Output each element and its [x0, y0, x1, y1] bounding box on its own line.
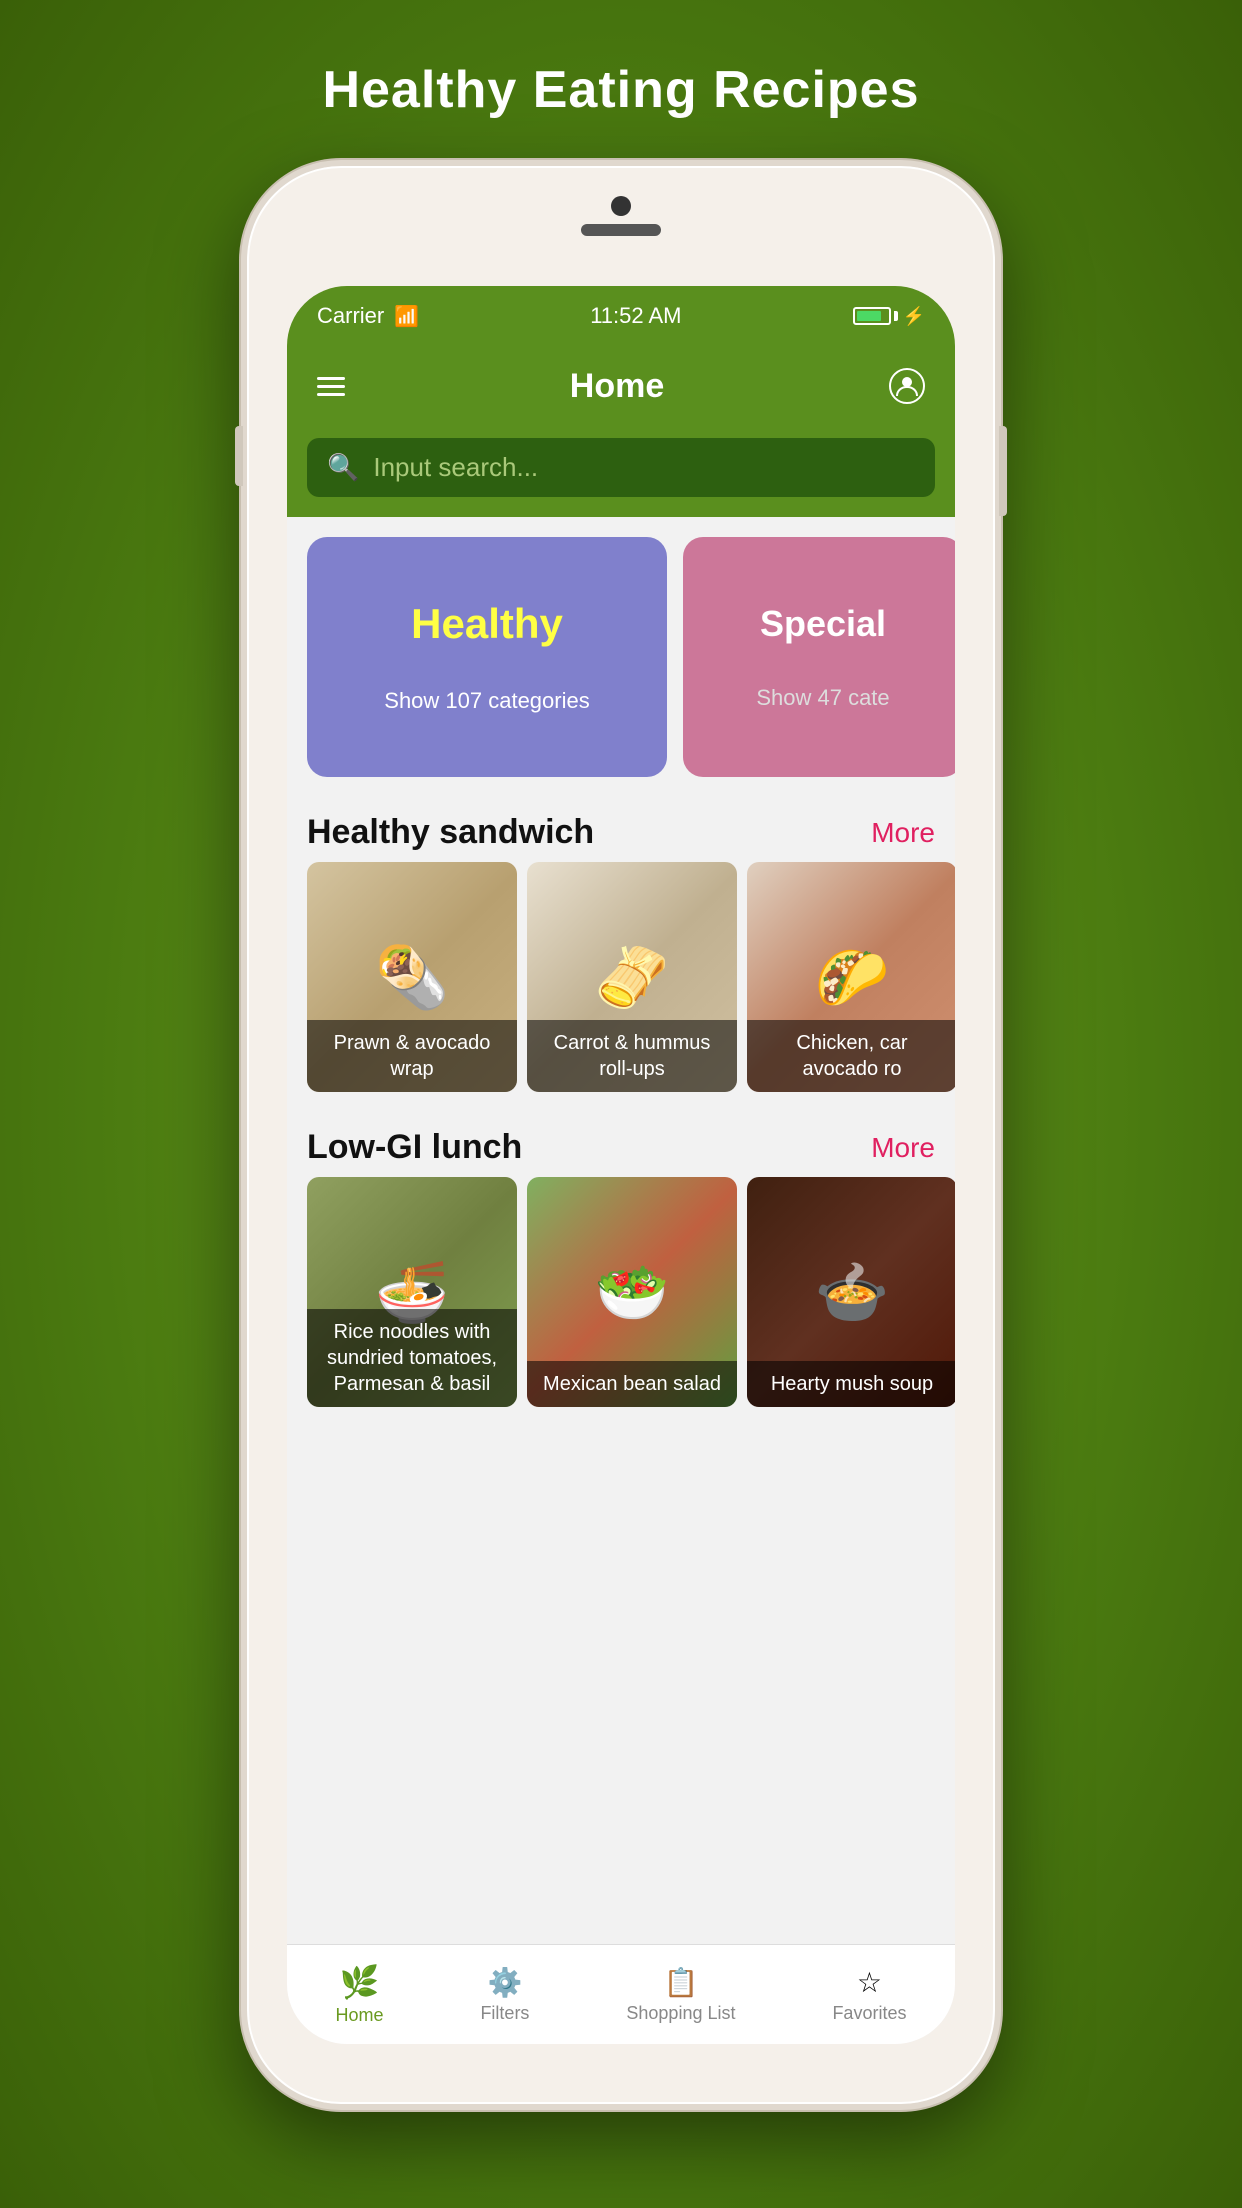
- recipe-card-soup[interactable]: 🍲 Hearty mush soup: [747, 1177, 955, 1407]
- app-nav-bar: Home: [287, 346, 955, 426]
- category-card-special[interactable]: Special Show 47 cate: [683, 537, 955, 777]
- phone-speaker: [581, 224, 661, 236]
- status-left: Carrier 📶: [317, 303, 419, 329]
- section-more-sandwich[interactable]: More: [871, 817, 935, 849]
- status-bar: Carrier 📶 11:52 AM ⚡: [287, 286, 955, 346]
- shopping-list-icon: 📋: [664, 1966, 699, 1999]
- content-area: Healthy Show 107 categories Special Show…: [287, 517, 955, 1427]
- healthy-card-subtitle: Show 107 categories: [384, 688, 589, 714]
- carrier-text: Carrier: [317, 303, 384, 329]
- favorites-label: Favorites: [832, 2003, 906, 2024]
- phone-camera: [611, 196, 631, 216]
- recipe-name-prawn: Prawn & avocado wrap: [307, 1020, 517, 1092]
- user-profile-icon[interactable]: [889, 368, 925, 404]
- wifi-icon: 📶: [394, 304, 419, 329]
- recipe-name-carrot: Carrot & hummus roll-ups: [527, 1020, 737, 1092]
- category-scroll[interactable]: Healthy Show 107 categories Special Show…: [287, 517, 955, 797]
- search-container: 🔍 Input search...: [287, 426, 955, 517]
- filters-label: Filters: [480, 2003, 529, 2024]
- recipe-scroll-lunch[interactable]: 🍜 Rice noodles with sundried tomatoes, P…: [287, 1177, 955, 1427]
- nav-item-filters[interactable]: ⚙️ Filters: [480, 1966, 529, 2024]
- nav-item-home[interactable]: 🌿 Home: [335, 1963, 383, 2026]
- nav-title: Home: [570, 367, 664, 406]
- search-bar[interactable]: 🔍 Input search...: [307, 438, 935, 497]
- recipe-card-prawn[interactable]: 🌯 Prawn & avocado wrap: [307, 862, 517, 1092]
- bottom-nav: 🌿 Home ⚙️ Filters 📋 Shopping List ☆ Favo…: [287, 1944, 955, 2044]
- phone-frame: Carrier 📶 11:52 AM ⚡: [241, 160, 1001, 2110]
- recipe-card-salad[interactable]: 🥗 Mexican bean salad: [527, 1177, 737, 1407]
- section-title-lunch: Low-GI lunch: [307, 1128, 522, 1167]
- phone-screen: Carrier 📶 11:52 AM ⚡: [287, 286, 955, 2044]
- battery-icon: ⚡: [853, 306, 925, 327]
- search-placeholder: Input search...: [373, 452, 538, 483]
- recipe-card-carrot[interactable]: 🫔 Carrot & hummus roll-ups: [527, 862, 737, 1092]
- category-card-healthy[interactable]: Healthy Show 107 categories: [307, 537, 667, 777]
- phone-device: Carrier 📶 11:52 AM ⚡: [241, 160, 1001, 2110]
- status-right: ⚡: [853, 306, 925, 327]
- recipe-scroll-sandwich[interactable]: 🌯 Prawn & avocado wrap 🫔 Carrot & hummus…: [287, 862, 955, 1112]
- special-card-title: Special: [760, 603, 886, 645]
- recipe-card-rice[interactable]: 🍜 Rice noodles with sundried tomatoes, P…: [307, 1177, 517, 1407]
- special-card-subtitle: Show 47 cate: [756, 685, 889, 711]
- section-header-lunch: Low-GI lunch More: [287, 1112, 955, 1177]
- home-icon: 🌿: [340, 1963, 380, 2001]
- recipe-card-chicken[interactable]: 🌮 Chicken, car avocado ro: [747, 862, 955, 1092]
- section-title-sandwich: Healthy sandwich: [307, 813, 594, 852]
- nav-item-shopping-list[interactable]: 📋 Shopping List: [626, 1966, 735, 2024]
- page-title: Healthy Eating Recipes: [322, 60, 919, 120]
- hamburger-menu-icon[interactable]: [317, 377, 345, 396]
- phone-top-bar: [581, 196, 661, 236]
- recipe-name-soup: Hearty mush soup: [747, 1361, 955, 1407]
- time-display: 11:52 AM: [590, 303, 681, 329]
- lightning-icon: ⚡: [903, 306, 925, 327]
- section-header-sandwich: Healthy sandwich More: [287, 797, 955, 862]
- battery-fill: [857, 311, 881, 321]
- search-icon: 🔍: [327, 452, 359, 483]
- battery-body: [853, 307, 891, 325]
- recipe-name-chicken: Chicken, car avocado ro: [747, 1020, 955, 1092]
- healthy-card-title: Healthy: [411, 600, 563, 648]
- home-label: Home: [335, 2005, 383, 2026]
- recipe-name-salad: Mexican bean salad: [527, 1361, 737, 1407]
- favorites-icon: ☆: [857, 1966, 882, 1999]
- nav-item-favorites[interactable]: ☆ Favorites: [832, 1966, 906, 2024]
- filters-icon: ⚙️: [488, 1966, 523, 1999]
- section-more-lunch[interactable]: More: [871, 1132, 935, 1164]
- battery-tip: [894, 311, 898, 321]
- recipe-name-rice: Rice noodles with sundried tomatoes, Par…: [307, 1309, 517, 1407]
- shopping-list-label: Shopping List: [626, 2003, 735, 2024]
